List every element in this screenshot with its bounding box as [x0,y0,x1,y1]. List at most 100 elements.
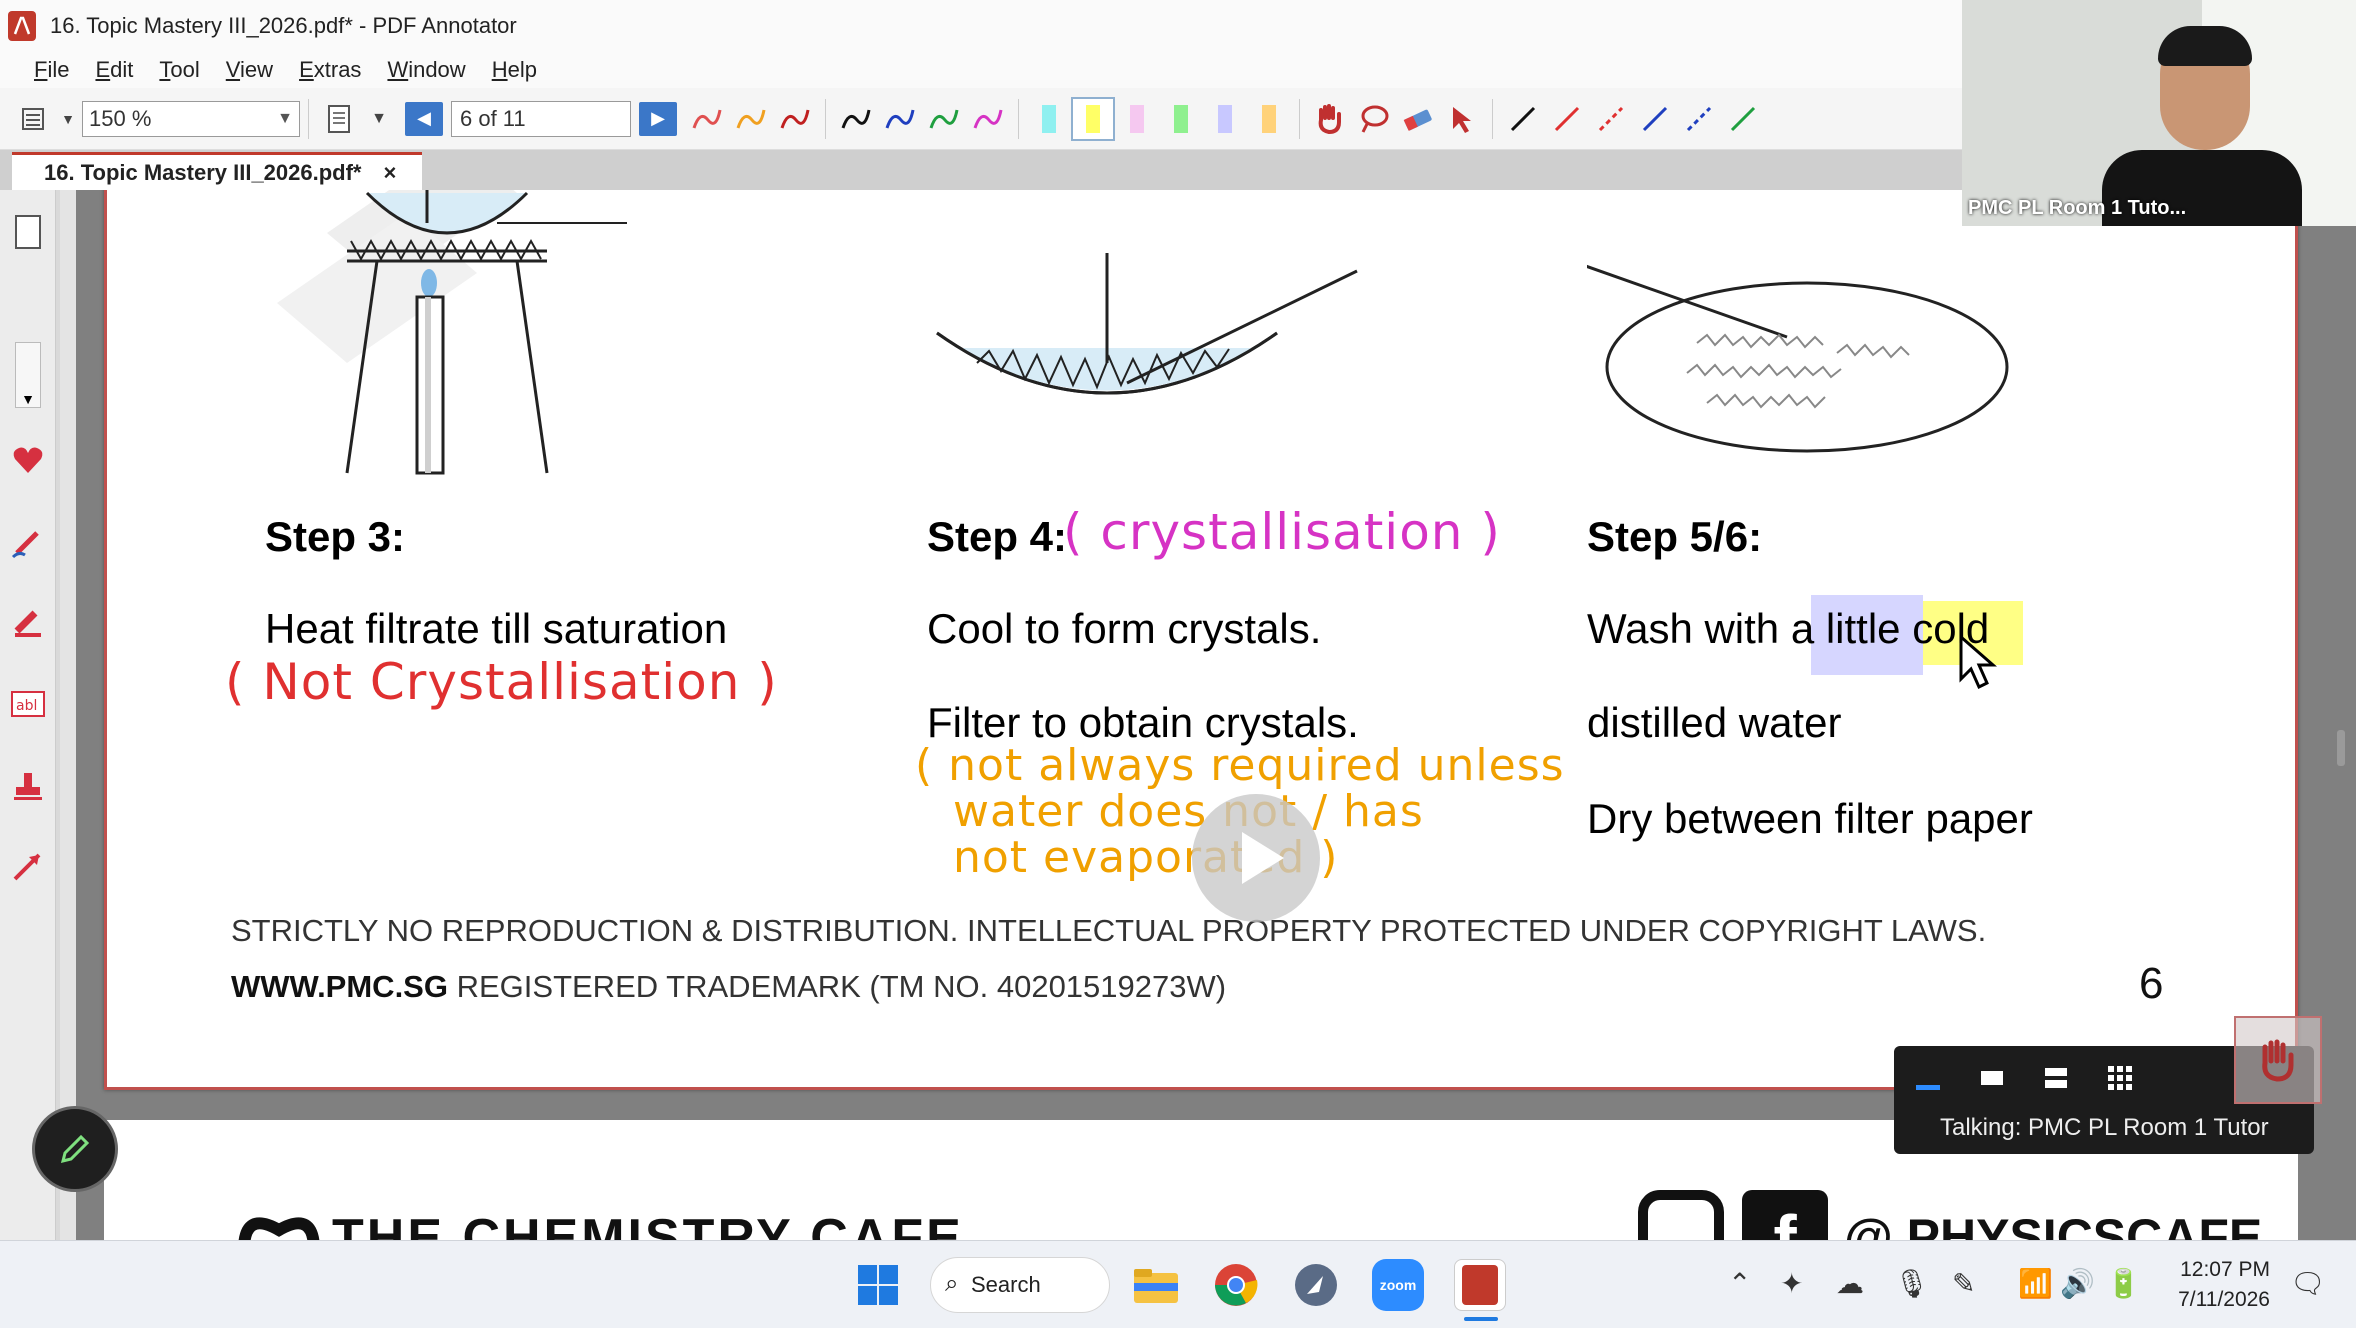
line-blue-icon[interactable] [1633,97,1677,141]
arrow-tool-icon[interactable] [8,846,48,886]
volume-icon[interactable]: 🔊 [2060,1267,2095,1300]
taskbar-search-label: Search [971,1272,1041,1297]
webcam-video-tile[interactable]: PMC PL Room 1 Tuto... [1962,0,2356,226]
strip-view-icon[interactable] [2036,1058,2076,1098]
document-tab[interactable]: 16. Topic Mastery III_2026.pdf* × [12,152,422,190]
microphone-tray-icon[interactable]: 🎙 [1894,1267,1930,1300]
single-speaker-view-icon[interactable] [1972,1058,2012,1098]
pdf-annotator-taskbar-icon[interactable] [1454,1259,1506,1311]
step3-title: Step 3: [265,513,406,560]
trademark-text: REGISTERED TRADEMARK (TM NO. 40201519273… [447,969,1227,1004]
pen-green-icon[interactable] [922,97,966,141]
pen-blue-icon[interactable] [878,97,922,141]
webcam-person-hair [2158,26,2252,66]
page-number-value: 6 of 11 [460,105,526,131]
line-red-icon[interactable] [1545,97,1589,141]
menu-extras[interactable]: Extras [299,57,361,83]
menu-help[interactable]: Help [492,57,537,83]
pen-red-icon[interactable] [685,97,729,141]
menu-edit[interactable]: Edit [95,57,133,83]
text-box-icon[interactable]: abl [8,684,48,724]
step4-orange-note-line1: ( not always required unless [915,740,1565,791]
dropbox-tray-icon[interactable]: ✦ [1780,1267,1803,1300]
file-explorer-icon[interactable] [1130,1259,1182,1311]
zoom-level-select[interactable]: 150 % ▼ [82,100,300,137]
highlighter-green-icon[interactable] [1159,97,1203,141]
hand-tool-icon[interactable] [1308,97,1352,141]
app-compass-icon[interactable] [1290,1259,1342,1311]
copyright-notice: STRICTLY NO REPRODUCTION & DISTRIBUTION.… [231,913,1987,948]
notifications-icon[interactable]: 🗨 [2290,1267,2326,1300]
windows-start-icon[interactable] [852,1259,904,1311]
line-red-dashed-icon[interactable] [1589,97,1633,141]
chevron-down-icon[interactable]: ▼ [361,97,397,141]
menu-tool[interactable]: Tool [159,57,199,83]
menu-view[interactable]: View [226,57,273,83]
eraser-icon[interactable] [1396,97,1440,141]
crystals-on-filter-paper-diagram [1587,264,2009,453]
zoom-talking-indicator: Talking: PMC PL Room 1 Tutor [1940,1114,2269,1141]
step4-handwritten-note: ( crystallisation ) [1063,503,1501,561]
menu-window[interactable]: Window [387,57,465,83]
stamp-icon[interactable] [8,766,48,806]
pen-tool-icon[interactable] [8,522,48,562]
lasso-icon[interactable] [1352,97,1396,141]
crystallising-dish-diagram [936,253,1358,395]
page-thumbnail-icon[interactable] [8,212,48,252]
raise-hand-icon[interactable] [2234,1016,2322,1104]
menu-file[interactable]: File [34,57,69,83]
title-bar: 16. Topic Mastery III_2026.pdf* - PDF An… [0,0,1962,52]
highlighter-lavender-icon[interactable] [1203,97,1247,141]
active-app-indicator [1464,1317,1498,1321]
left-panel-splitter[interactable] [60,190,76,1240]
zoom-app-icon[interactable]: zoom [1372,1259,1424,1311]
favorites-heart-icon[interactable] [8,440,48,480]
select-arrow-icon[interactable] [1440,97,1484,141]
panel-scroll-icon[interactable]: ▼ [8,340,48,410]
onedrive-tray-icon[interactable]: ☁ [1836,1267,1864,1300]
pen-tray-icon[interactable]: ✎ [1952,1267,1975,1300]
page-number: 6 [2139,959,2164,1008]
toolbar-separator [1299,98,1300,139]
pen-darkred-icon[interactable] [773,97,817,141]
line-green-icon[interactable] [1721,97,1765,141]
svg-text:abl: abl [16,698,37,714]
document-tab-label: 16. Topic Mastery III_2026.pdf* [44,159,362,185]
gallery-view-icon[interactable] [2100,1058,2140,1098]
previous-page-button[interactable]: ◀ [405,101,443,136]
minimize-view-icon[interactable] [1908,1058,1948,1098]
chevron-down-icon[interactable]: ▼ [58,97,78,141]
video-play-button[interactable] [1192,794,1320,922]
page-layout-icon[interactable] [14,97,58,141]
window-title: 16. Topic Mastery III_2026.pdf* - PDF An… [50,13,517,38]
step56-title: Step 5/6: [1587,513,1763,560]
line-black-icon[interactable] [1501,97,1545,141]
facebook-icon: f [1742,1190,1828,1240]
chrome-icon[interactable] [1210,1259,1262,1311]
wifi-icon[interactable]: 📶 [2018,1267,2053,1300]
page-number-input[interactable]: 6 of 11 [451,100,631,137]
screen: 16. Topic Mastery III_2026.pdf* - PDF An… [0,0,2356,1328]
highlighter-yellow-icon[interactable] [1071,96,1115,141]
show-hidden-icons-chevron-icon[interactable]: ⌃ [1728,1267,1751,1300]
zoom-level-value: 150 % [89,105,152,131]
line-blue-dashed-icon[interactable] [1677,97,1721,141]
vertical-scrollbar-thumb[interactable] [2337,730,2345,766]
page-view-icon[interactable] [317,97,361,141]
highlighter-pink-icon[interactable] [1115,97,1159,141]
pen-magenta-icon[interactable] [966,97,1010,141]
floating-pen-button[interactable] [32,1106,118,1192]
toolbar-separator [1492,98,1493,139]
battery-icon[interactable]: 🔋 [2106,1267,2141,1300]
taskbar-search-box[interactable]: ⌕ Search [930,1257,1110,1313]
left-tool-panel: ▼ abl [0,190,56,1240]
taskbar-clock[interactable]: 12:07 PM 7/11/2026 [2150,1255,2270,1315]
highlighter-orange-icon[interactable] [1247,97,1291,141]
highlighter-cyan-icon[interactable] [1027,97,1071,141]
pen-black-icon[interactable] [834,97,878,141]
close-tab-icon[interactable]: × [384,160,397,186]
next-page-button[interactable]: ▶ [639,101,677,136]
chemistry-cafe-logo-icon [238,1217,320,1240]
highlighter-tool-icon[interactable] [8,602,48,642]
pen-orange-icon[interactable] [729,97,773,141]
